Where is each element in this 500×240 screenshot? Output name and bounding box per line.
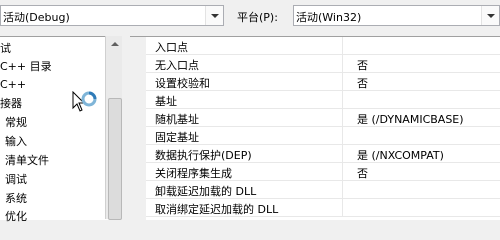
tree-scrollbar[interactable] bbox=[105, 36, 123, 220]
column-divider bbox=[342, 199, 343, 217]
column-divider bbox=[342, 145, 343, 163]
property-name: 数据执行保护(DEP) bbox=[155, 149, 252, 162]
platform-label: 平台(P): bbox=[237, 11, 278, 24]
property-name: 取消绑定延迟加载的 DLL bbox=[155, 203, 279, 216]
tree-item[interactable]: 优化 bbox=[5, 209, 27, 224]
configuration-value: 活动(Debug) bbox=[3, 11, 70, 24]
scroll-up-icon[interactable] bbox=[106, 36, 123, 52]
tree-item[interactable]: 清单文件 bbox=[5, 153, 49, 168]
property-name: 无入口点 bbox=[155, 59, 199, 72]
platform-select[interactable]: 活动(Win32) bbox=[293, 5, 500, 26]
toolbar: 活动(Debug) 平台(P): 活动(Win32) bbox=[0, 0, 500, 36]
chevron-down-icon[interactable] bbox=[205, 6, 223, 25]
property-row[interactable]: 关闭程序集生成 否 bbox=[146, 163, 500, 181]
property-value[interactable]: 否 bbox=[357, 75, 368, 91]
property-name: 基址 bbox=[155, 95, 177, 108]
property-row[interactable]: 数据执行保护(DEP) 是 (/NXCOMPAT) bbox=[146, 145, 500, 163]
busy-cursor-icon bbox=[72, 91, 97, 112]
column-divider bbox=[342, 91, 343, 109]
property-row[interactable]: 固定基址 bbox=[146, 127, 500, 145]
column-divider bbox=[342, 163, 343, 181]
property-value[interactable]: 是 (/NXCOMPAT) bbox=[357, 147, 444, 163]
scroll-thumb[interactable] bbox=[108, 98, 122, 220]
property-name: 卸载延迟加载的 DLL bbox=[155, 185, 257, 198]
tree-item[interactable]: C++ bbox=[0, 77, 26, 92]
property-row[interactable]: 无入口点 否 bbox=[146, 55, 500, 73]
property-tree: 试 C++ 目录 C++ 接器 常规 输入 清单文件 调试 系统 优化 bbox=[0, 36, 114, 223]
column-divider bbox=[342, 73, 343, 91]
property-value[interactable]: 否 bbox=[357, 165, 368, 181]
tree-item[interactable]: 常规 bbox=[5, 115, 27, 130]
splitter[interactable] bbox=[122, 36, 130, 219]
tree-item[interactable]: 接器 bbox=[0, 96, 22, 111]
tree-item[interactable]: 输入 bbox=[5, 134, 27, 149]
tree-item[interactable]: 试 bbox=[0, 41, 11, 56]
property-value[interactable]: 否 bbox=[357, 57, 368, 73]
property-grid: 入口点 无入口点 否 设置校验和 否 基址 随机基址 是 (/DYNAMICBA… bbox=[130, 36, 500, 220]
chevron-down-icon[interactable] bbox=[481, 6, 499, 25]
tree-item[interactable]: 调试 bbox=[5, 172, 27, 187]
column-divider bbox=[342, 181, 343, 199]
grid-margin bbox=[130, 37, 146, 220]
property-name: 关闭程序集生成 bbox=[155, 167, 232, 180]
configuration-select[interactable]: 活动(Debug) bbox=[0, 5, 224, 26]
column-divider bbox=[342, 109, 343, 127]
property-row[interactable]: 随机基址 是 (/DYNAMICBASE) bbox=[146, 109, 500, 127]
property-name: 入口点 bbox=[155, 41, 188, 54]
property-row[interactable]: 基址 bbox=[146, 91, 500, 109]
property-value[interactable]: 是 (/DYNAMICBASE) bbox=[357, 111, 464, 127]
property-name: 固定基址 bbox=[155, 131, 199, 144]
property-name: 设置校验和 bbox=[155, 77, 210, 90]
tree-item[interactable]: 系统 bbox=[5, 191, 27, 206]
column-divider bbox=[342, 55, 343, 73]
tree-item[interactable]: C++ 目录 bbox=[0, 59, 52, 74]
property-row[interactable]: 取消绑定延迟加载的 DLL bbox=[146, 199, 500, 217]
property-row[interactable]: 入口点 bbox=[146, 37, 500, 55]
property-name: 随机基址 bbox=[155, 113, 199, 126]
column-divider bbox=[342, 127, 343, 145]
property-row[interactable]: 设置校验和 否 bbox=[146, 73, 500, 91]
platform-value: 活动(Win32) bbox=[296, 11, 362, 24]
column-divider bbox=[342, 37, 343, 55]
property-row[interactable]: 卸载延迟加载的 DLL bbox=[146, 181, 500, 199]
